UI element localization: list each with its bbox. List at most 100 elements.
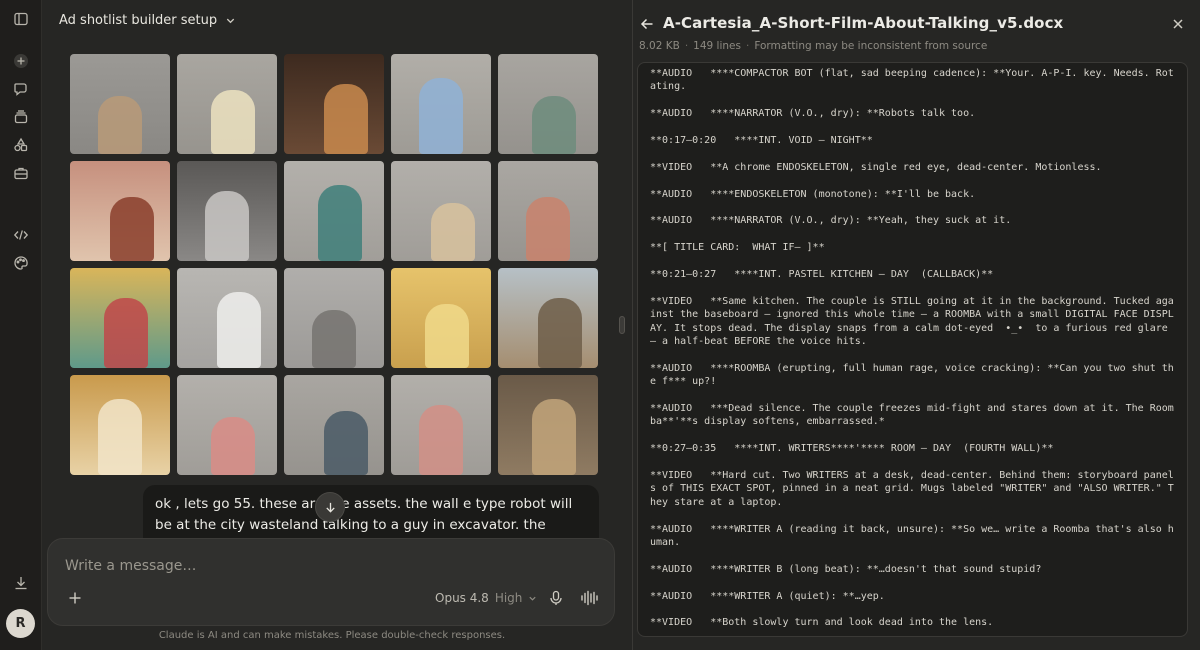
document-paragraph: **VIDEO **Hard cut. Two WRITERS at a des… xyxy=(650,470,1174,508)
message-composer: Opus 4.8 High xyxy=(47,538,615,626)
document-paragraph: **AUDIO ****WRITER A (quiet): **…yep. xyxy=(650,590,885,602)
briefcase-icon[interactable] xyxy=(13,165,29,181)
arrow-down-icon xyxy=(325,502,335,513)
app-window: R Ad shotlist builder setup ok , lets go… xyxy=(0,0,1200,650)
tile-figure xyxy=(538,298,582,368)
chat-pane: Ad shotlist builder setup ok , lets go 5… xyxy=(42,0,632,650)
tile-figure xyxy=(98,96,142,154)
tile-writers-room[interactable] xyxy=(498,375,598,475)
tile-walle-robot[interactable] xyxy=(284,268,384,368)
new-chat-icon[interactable] xyxy=(13,53,29,69)
tile-figure xyxy=(211,417,255,475)
message-input[interactable] xyxy=(65,558,425,574)
document-paragraph: **AUDIO ****WRITER B (long beat): **…doe… xyxy=(650,563,1042,575)
image-grid xyxy=(70,54,598,475)
plus-icon xyxy=(69,592,81,604)
tile-figure xyxy=(324,84,368,154)
palette-icon[interactable] xyxy=(13,255,29,271)
document-line-count: 149 lines xyxy=(693,40,741,52)
artifacts-icon[interactable] xyxy=(13,137,29,153)
chevron-down-icon xyxy=(528,594,537,603)
document-filename: A-Cartesia_A-Short-Film-About-Talking_v5… xyxy=(663,14,1064,32)
document-paragraph: **VIDEO **Both slowly turn and look dead… xyxy=(650,617,994,629)
conversation-title: Ad shotlist builder setup xyxy=(59,13,218,28)
tile-figure xyxy=(205,191,249,261)
document-paragraph: **AUDIO ****ROOMBA (erupting, full human… xyxy=(650,362,1174,388)
download-icon[interactable] xyxy=(13,575,29,591)
tile-figure xyxy=(419,405,463,475)
document-paragraph: **VIDEO **A chrome ENDOSKELETON, single … xyxy=(650,161,1102,173)
chats-icon[interactable] xyxy=(13,81,29,97)
document-paragraph: **[ TITLE CARD: WHAT IF— ]** xyxy=(650,242,825,254)
document-paragraph: **AUDIO ***Dead silence. The couple free… xyxy=(650,403,1174,428)
tile-woman-skirt[interactable] xyxy=(284,161,384,261)
left-rail: R xyxy=(0,0,42,650)
meta-separator: · xyxy=(745,40,750,52)
microphone-icon xyxy=(550,590,562,605)
document-paragraph: **0:21–0:27 ****INT. PASTEL KITCHEN — DA… xyxy=(650,268,994,280)
tile-figure xyxy=(211,90,255,154)
tile-figure xyxy=(318,185,362,261)
document-meta: 8.02 KB · 149 lines · Formatting may be … xyxy=(639,40,987,52)
chevron-down-icon xyxy=(225,15,236,26)
tile-figure xyxy=(532,399,576,475)
scroll-to-bottom-button[interactable] xyxy=(315,492,345,522)
sidebar-toggle-icon[interactable] xyxy=(13,11,29,27)
tile-woman-pink-back[interactable] xyxy=(391,375,491,475)
back-button[interactable] xyxy=(640,17,654,31)
tile-figure xyxy=(104,298,148,368)
document-paragraph: **0:27–0:35 ****INT. WRITERS****'**** RO… xyxy=(650,443,1054,455)
document-preview-pane: A-Cartesia_A-Short-Film-About-Talking_v5… xyxy=(632,0,1200,650)
document-content[interactable]: **AUDIO ****COMPACTOR BOT (flat, sad bee… xyxy=(637,62,1188,637)
tile-roomba[interactable] xyxy=(177,268,277,368)
document-paragraph: **0:17–0:20 ****INT. VOID — NIGHT** xyxy=(650,135,873,146)
tile-wasteland[interactable] xyxy=(498,268,598,368)
document-size: 8.02 KB xyxy=(639,40,680,52)
effort-level: High xyxy=(494,591,523,605)
tile-figure xyxy=(110,197,154,261)
tile-blue-suit-man[interactable] xyxy=(391,54,491,154)
document-paragraph: **AUDIO ****NARRATOR (V.O., dry): **Yeah… xyxy=(650,215,1012,227)
close-preview-button[interactable] xyxy=(1171,17,1185,31)
tile-oval-frame[interactable] xyxy=(391,268,491,368)
tile-figure xyxy=(532,96,576,154)
tile-bar-interior[interactable] xyxy=(284,54,384,154)
add-attachment-button[interactable] xyxy=(67,590,83,606)
user-avatar[interactable]: R xyxy=(6,609,35,638)
document-paragraph: **VIDEO **Same kitchen. The couple is ST… xyxy=(650,295,1174,347)
model-selector[interactable]: Opus 4.8 High xyxy=(435,591,537,605)
tile-old-woman[interactable] xyxy=(498,161,598,261)
microphone-button[interactable] xyxy=(548,590,564,606)
arrow-left-icon xyxy=(640,18,653,30)
tile-bearded-men[interactable] xyxy=(284,375,384,475)
tile-banquet-hall[interactable] xyxy=(70,375,170,475)
tile-figure xyxy=(425,304,469,368)
waveform-icon xyxy=(581,590,598,606)
tile-suits-man-back[interactable] xyxy=(70,54,170,154)
tile-pastel-diner[interactable] xyxy=(70,161,170,261)
voice-mode-button[interactable] xyxy=(580,590,598,606)
document-format-note: Formatting may be inconsistent from sour… xyxy=(754,40,988,52)
conversation-title-menu[interactable]: Ad shotlist builder setup xyxy=(59,13,236,28)
tile-man-beige[interactable] xyxy=(391,161,491,261)
model-name: Opus 4.8 xyxy=(435,591,489,605)
document-paragraph: **AUDIO ****ENDOSKELETON (monotone): **I… xyxy=(650,188,976,200)
tile-figure xyxy=(324,411,368,475)
meta-separator: · xyxy=(684,40,689,52)
tile-redhead-man[interactable] xyxy=(498,54,598,154)
disclaimer-text: Claude is AI and can make mistakes. Plea… xyxy=(158,630,506,641)
tile-toddlers-back[interactable] xyxy=(177,54,277,154)
document-paragraph: **AUDIO ****WRITER A (reading it back, u… xyxy=(650,523,1174,549)
user-message-bubble: ok , lets go 55. these are the assets. t… xyxy=(143,485,599,545)
tile-figure xyxy=(98,399,142,475)
pane-resize-handle[interactable] xyxy=(619,316,625,334)
document-paragraph: **AUDIO ****COMPACTOR BOT (flat, sad bee… xyxy=(650,68,1174,93)
tile-woman-pink-dress[interactable] xyxy=(177,375,277,475)
tile-figure xyxy=(526,197,570,261)
projects-icon[interactable] xyxy=(13,109,29,125)
tile-endoskeleton[interactable] xyxy=(177,161,277,261)
tile-yellow-kitchen[interactable] xyxy=(70,268,170,368)
tile-figure xyxy=(217,292,261,368)
tile-figure xyxy=(431,203,475,261)
code-icon[interactable] xyxy=(13,227,29,243)
